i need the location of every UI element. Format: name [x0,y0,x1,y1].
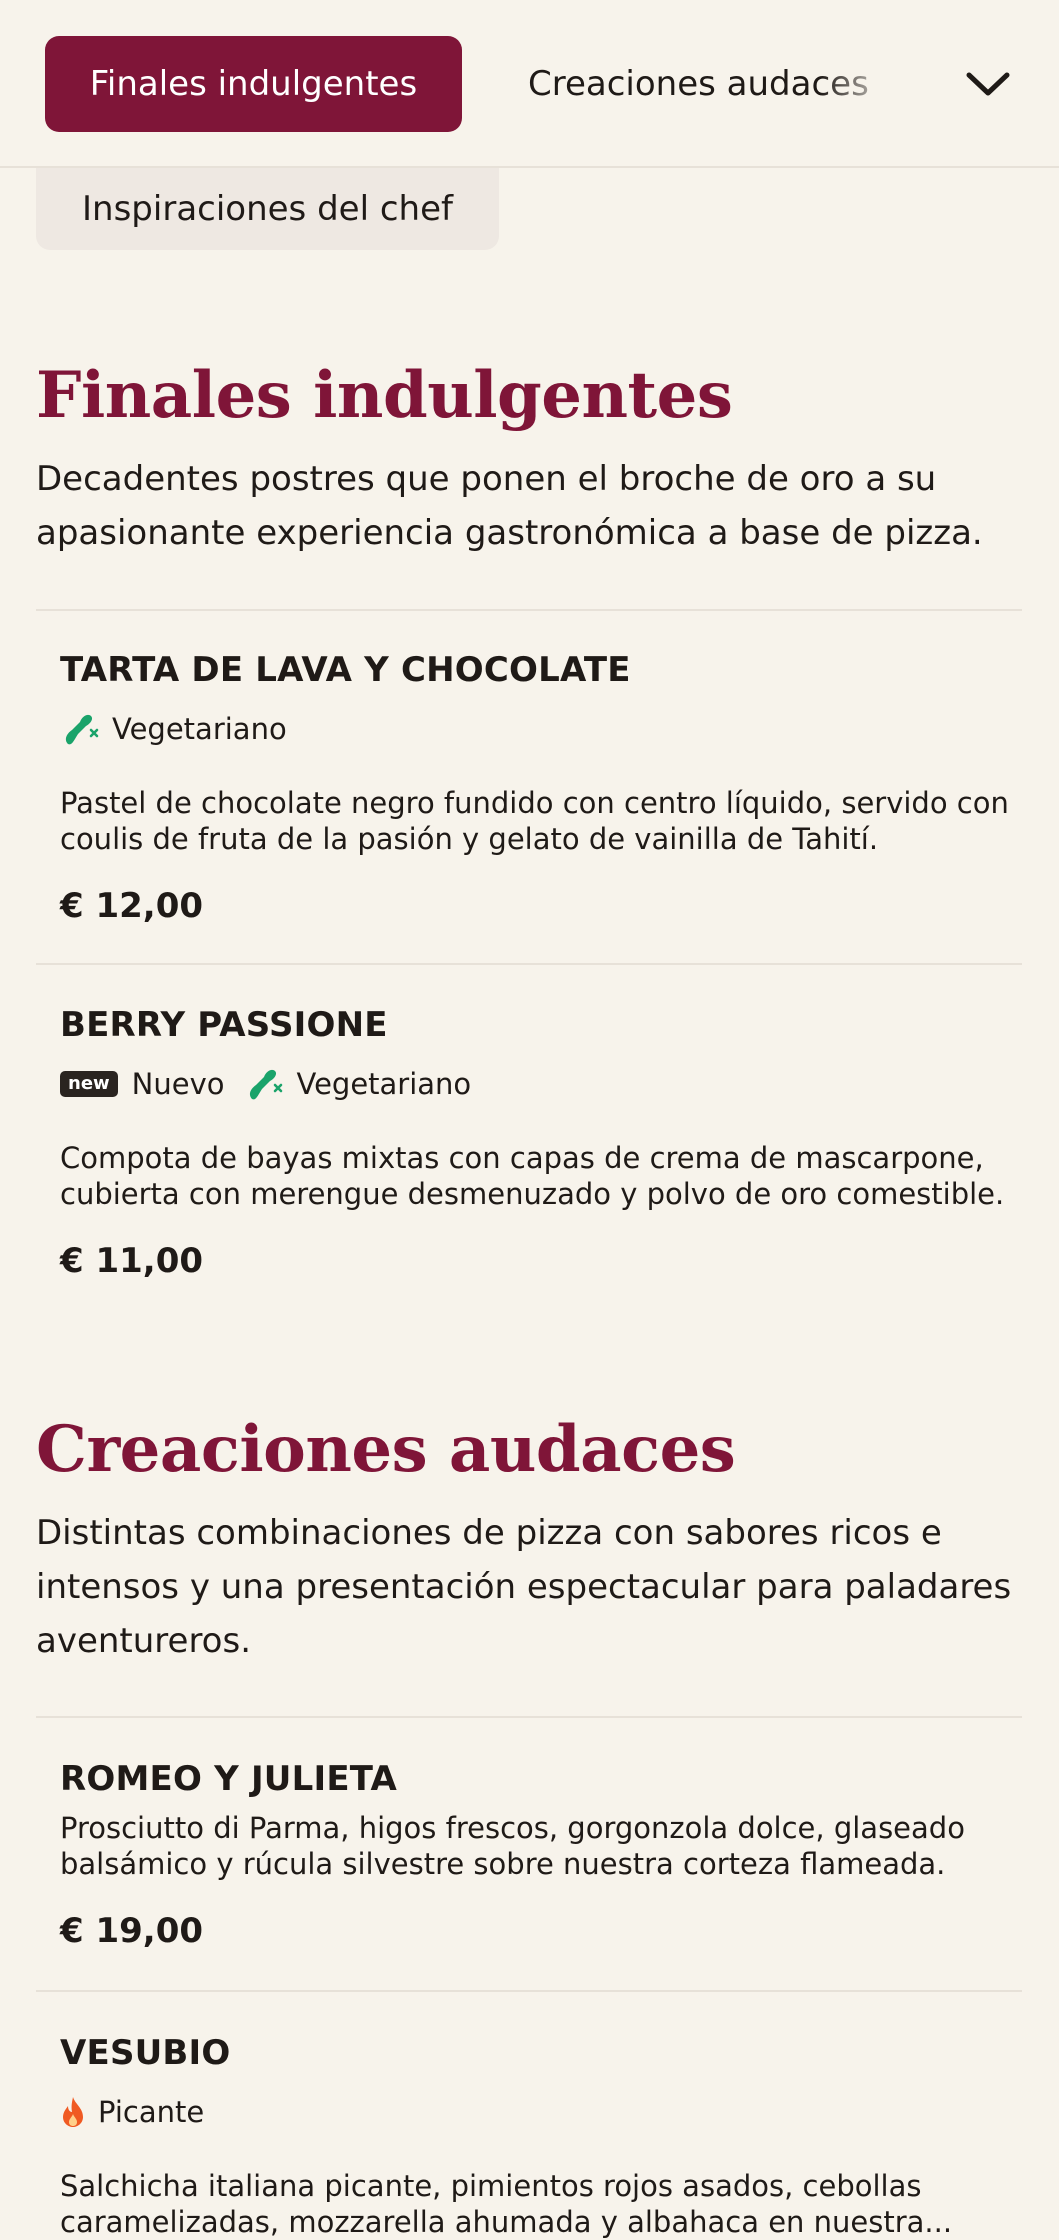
section-creaciones-audaces: Creaciones audaces Distintas combinacion… [36,1418,1022,1668]
section-finales-indulgentes: Finales indulgentes Decadentes postres q… [36,364,1022,560]
menu-item[interactable]: TARTA DE LAVA Y CHOCOLATE Vegetariano Pa… [60,653,1010,923]
item-name: ROMEO Y JULIETA [60,1759,398,1799]
divider [36,609,1022,611]
divider [36,963,1022,965]
item-description: Prosciutto di Parma, higos frescos, gorg… [60,1811,965,1881]
tab-label: Creaciones audaces [528,64,869,104]
tag-spicy: Picante [60,2095,204,2129]
item-description: Salchicha italiana picante, pimientos ro… [60,2169,953,2239]
menu-item[interactable]: ROMEO Y JULIETA Prosciutto di Parma, hig… [60,1762,1010,1948]
vegetarian-icon [65,714,99,745]
tag-vegetarian: Vegetariano [244,1065,471,1103]
menu-item[interactable]: BERRY PASSIONE new Nuevo Vegetariano Com… [60,1008,1010,1278]
chevron-down-icon[interactable] [958,58,1018,110]
divider [36,1990,1022,1992]
menu-item[interactable]: VESUBIO Picante Salchicha italiana pican… [60,2036,1010,2240]
section-title: Creaciones audaces [36,1412,736,1487]
category-nav: Finales indulgentes Creaciones audaces [0,0,1059,168]
tab-finales-indulgentes[interactable]: Finales indulgentes [45,36,462,132]
item-tags: new Nuevo Vegetariano [60,1064,1010,1104]
item-description: Pastel de chocolate negro fundido con ce… [60,786,1009,856]
tag-vegetarian: Vegetariano [60,710,287,748]
tag-label: Nuevo [131,1067,225,1101]
vegetarian-icon [250,1069,283,1100]
item-name: VESUBIO [60,2033,231,2073]
divider [36,1716,1022,1718]
tab-label: Finales indulgentes [89,64,418,104]
tab-label: Inspiraciones del chef [82,189,453,229]
section-title: Finales indulgentes [36,358,733,433]
tag-new: new Nuevo [60,1067,224,1101]
new-badge: new [60,1071,118,1097]
tab-creaciones-audaces[interactable]: Creaciones audaces [528,36,869,132]
section-description: Distintas combinaciones de pizza con sab… [36,1513,1012,1661]
item-price: € 12,00 [60,886,204,926]
item-price: € 11,00 [60,1241,204,1281]
tag-label: Picante [98,2095,205,2129]
item-tags: Picante [60,2092,1010,2132]
item-tags: Vegetariano [60,709,1010,749]
item-description: Compota de bayas mixtas con capas de cre… [60,1141,1005,1211]
tag-label: Vegetariano [296,1067,472,1101]
tag-label: Vegetariano [112,712,287,746]
flame-icon [63,2097,83,2127]
item-name: TARTA DE LAVA Y CHOCOLATE [60,650,631,690]
item-price: € 19,00 [60,1911,204,1951]
item-name: BERRY PASSIONE [60,1005,388,1045]
section-description: Decadentes postres que ponen el broche d… [36,459,983,553]
